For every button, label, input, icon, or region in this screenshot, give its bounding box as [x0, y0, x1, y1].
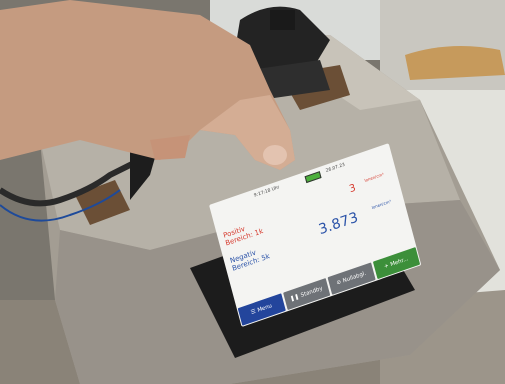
more-button-label: Mehr...	[389, 256, 409, 269]
negative-unit: Ionen/cm³	[371, 198, 392, 211]
plus-icon: +	[383, 262, 390, 271]
negative-value: 3.873	[317, 209, 361, 239]
clock-time: 9:17:18 Uhr	[253, 185, 281, 199]
zero-button-label: Nullabgl.	[342, 270, 367, 285]
standby-button-label: Standby	[300, 285, 324, 299]
date-text: 26.07.23	[325, 162, 346, 174]
menu-button-label: Menu	[256, 303, 273, 314]
positive-value: 3	[348, 182, 357, 196]
menu-icon: ☰	[250, 308, 257, 317]
battery-icon	[304, 171, 322, 184]
zero-icon: ⊘	[335, 279, 342, 287]
pause-icon: ❚❚	[289, 293, 300, 303]
positive-unit: Ionen/cm³	[363, 171, 385, 183]
